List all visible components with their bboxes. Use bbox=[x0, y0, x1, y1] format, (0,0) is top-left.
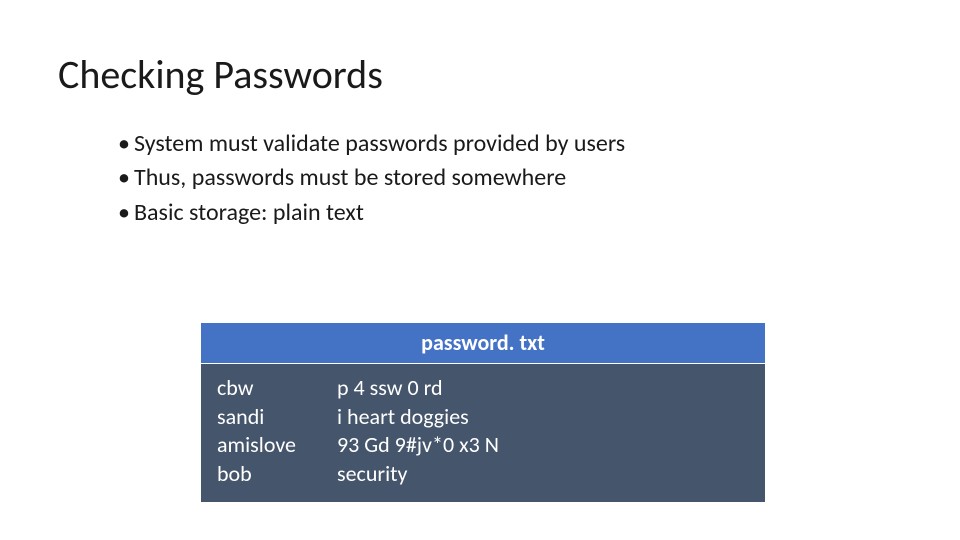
file-password-column: p 4 ssw 0 rd i heart doggies 93 Gd 9#jv*… bbox=[337, 374, 749, 488]
bullet-item: • Basic storage: plain text bbox=[118, 197, 625, 229]
file-password: security bbox=[337, 460, 749, 489]
file-name-header: password. txt bbox=[200, 322, 766, 364]
password-file-box: password. txt cbw sandi amislove bob p 4… bbox=[200, 322, 766, 503]
slide: Checking Passwords • System must validat… bbox=[0, 0, 960, 540]
file-user: cbw bbox=[217, 374, 337, 403]
file-contents: cbw sandi amislove bob p 4 ssw 0 rd i he… bbox=[200, 364, 766, 503]
bullet-list: • System must validate passwords provide… bbox=[118, 128, 625, 231]
file-user: bob bbox=[217, 460, 337, 489]
bullet-text: Basic storage: plain text bbox=[134, 197, 364, 229]
file-password: p 4 ssw 0 rd bbox=[337, 374, 749, 403]
file-user-column: cbw sandi amislove bob bbox=[217, 374, 337, 488]
file-user: amislove bbox=[217, 431, 337, 460]
file-password: 93 Gd 9#jv*0 x3 N bbox=[337, 431, 749, 460]
bullet-item: • System must validate passwords provide… bbox=[118, 128, 625, 160]
slide-title: Checking Passwords bbox=[58, 50, 383, 99]
bullet-text: Thus, passwords must be stored somewhere bbox=[134, 162, 566, 194]
bullet-dot-icon: • bbox=[118, 128, 134, 160]
bullet-text: System must validate passwords provided … bbox=[134, 128, 625, 160]
bullet-dot-icon: • bbox=[118, 197, 134, 229]
file-password: i heart doggies bbox=[337, 403, 749, 432]
file-user: sandi bbox=[217, 403, 337, 432]
bullet-item: • Thus, passwords must be stored somewhe… bbox=[118, 162, 625, 194]
bullet-dot-icon: • bbox=[118, 162, 134, 194]
